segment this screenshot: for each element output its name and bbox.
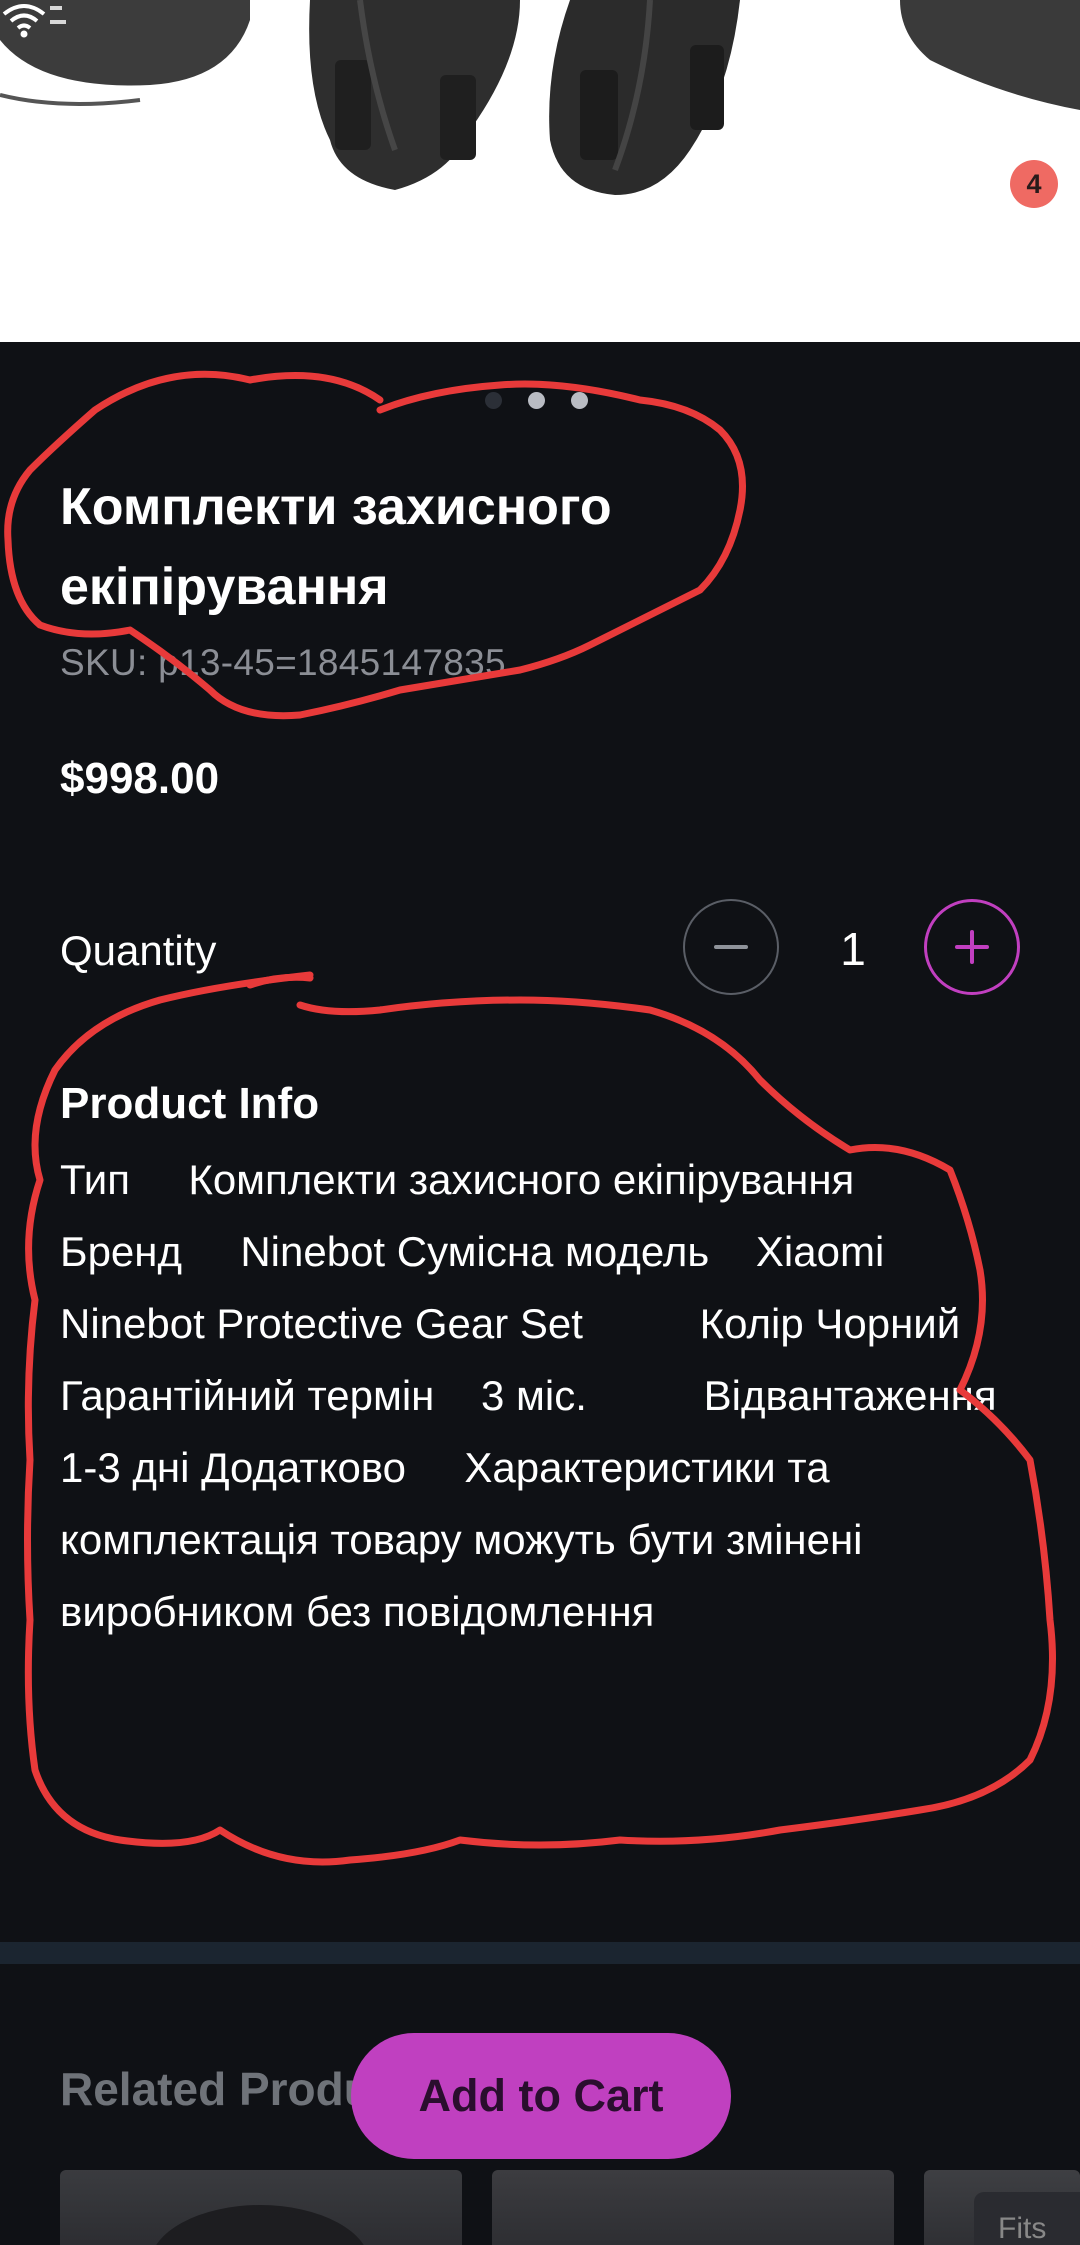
quantity-increase-button[interactable] (924, 899, 1020, 995)
product-details: Комплекти захисного екіпірування SKU: p1… (0, 342, 1080, 1942)
product-title: Комплекти захисного екіпірування (60, 478, 612, 616)
gallery-dot-3[interactable] (571, 392, 588, 409)
related-product-image (156, 2205, 364, 2245)
minus-icon (714, 945, 748, 949)
plus-icon (955, 930, 989, 964)
product-price: $998.00 (60, 754, 220, 803)
related-product-card[interactable] (492, 2170, 894, 2245)
product-info-title: Product Info (60, 1079, 320, 1128)
gallery-dot-2[interactable] (528, 392, 545, 409)
quantity-label: Quantity (60, 927, 217, 974)
product-photo (0, 0, 1080, 195)
wifi-icon (2, 4, 66, 38)
product-sku: SKU: p13-45=1845147835 (60, 642, 506, 683)
product-info-body: Тип Комплекти захисного екіпірування Бре… (60, 1156, 1077, 1635)
related-product-chip: Fits (974, 2192, 1080, 2245)
add-to-cart-button[interactable]: Add to Cart (351, 2033, 731, 2159)
quantity-value[interactable]: 1 (835, 922, 871, 976)
gallery-pagination (485, 392, 588, 409)
product-image-gallery[interactable]: 4 (0, 0, 1080, 342)
quantity-decrease-button[interactable] (683, 899, 779, 995)
gallery-dot-1[interactable] (485, 392, 502, 409)
related-product-card[interactable]: Fits (924, 2170, 1080, 2245)
notification-badge[interactable]: 4 (1010, 160, 1058, 208)
product-page: 4 Комплекти захисного екіпірування SKU: … (0, 0, 1080, 2245)
related-product-card[interactable] (60, 2170, 462, 2245)
section-divider (0, 1942, 1080, 1964)
